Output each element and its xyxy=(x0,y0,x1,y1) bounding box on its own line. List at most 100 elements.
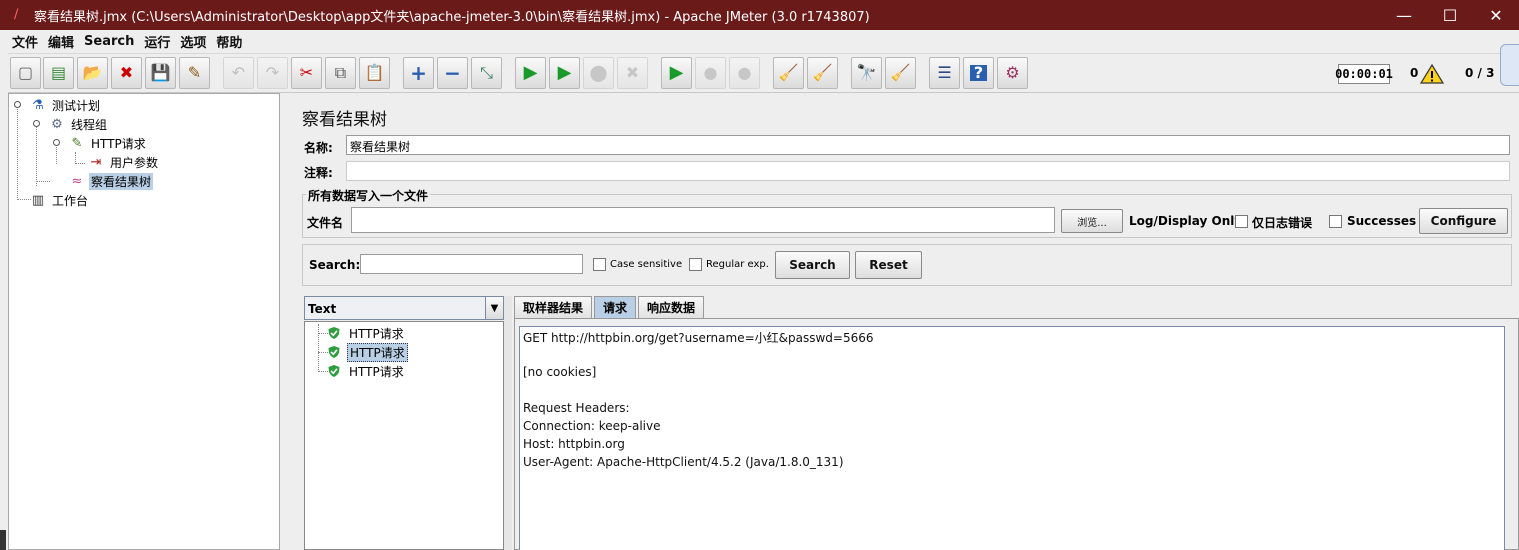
minimize-button[interactable]: — xyxy=(1381,0,1427,30)
start-no-pauses-button[interactable]: ▶ xyxy=(549,57,580,89)
result-item-selected[interactable]: HTTP请求 xyxy=(327,342,408,362)
tree-item-label: 线程组 xyxy=(71,117,108,132)
menu-run[interactable]: 运行 xyxy=(140,32,176,51)
paste-icon: 📋 xyxy=(364,63,385,82)
test-plan-icon: ⚗ xyxy=(32,97,44,113)
close-window-button[interactable]: ✕ xyxy=(1473,0,1519,30)
close-icon: ✖ xyxy=(119,63,134,82)
binoculars-icon: 🔭 xyxy=(856,63,877,82)
redo-button[interactable]: ↷ xyxy=(257,57,288,89)
tab-sampler-result[interactable]: 取样器结果 xyxy=(514,296,593,318)
active-threads: 0 / 3 xyxy=(1465,66,1495,80)
remote-start-all-button[interactable]: ▶ xyxy=(661,57,692,89)
search-side-icon[interactable] xyxy=(1500,44,1519,86)
write-to-file-title: 所有数据写入一个文件 xyxy=(306,187,431,204)
case-sensitive-checkbox[interactable] xyxy=(593,258,606,271)
new-button[interactable]: ▢ xyxy=(10,57,41,89)
request-tab-content: GET http://httpbin.org/get?username=小红&p… xyxy=(514,318,1519,550)
search-button[interactable]: 🔭 xyxy=(851,57,882,89)
save-as-icon: ✎ xyxy=(187,63,202,82)
menu-search[interactable]: Search xyxy=(80,34,140,49)
tab-request[interactable]: 请求 xyxy=(594,296,637,318)
results-splitter[interactable] xyxy=(504,296,512,550)
successes-label: Successes xyxy=(1347,214,1417,228)
tree-item-label: 工作台 xyxy=(52,193,89,208)
close-file-button[interactable]: ✖ xyxy=(111,57,142,89)
expand-all-button[interactable]: + xyxy=(403,57,434,89)
clear-button[interactable]: 🧹 xyxy=(773,57,804,89)
renderer-select[interactable]: Text ▼ xyxy=(304,296,504,320)
successes-checkbox[interactable] xyxy=(1329,215,1342,228)
window-edge xyxy=(0,530,6,550)
browse-button[interactable]: 浏览... xyxy=(1061,209,1123,233)
filename-field[interactable] xyxy=(351,207,1055,233)
start-button[interactable]: ▶ xyxy=(515,57,546,89)
templates-button[interactable]: ▤ xyxy=(43,57,74,89)
menu-help[interactable]: 帮助 xyxy=(212,32,248,51)
filename-label: 文件名 xyxy=(307,216,344,230)
tree-item-view-results-tree[interactable]: ≈ 察看结果树 xyxy=(68,172,154,190)
configure-button[interactable]: Configure xyxy=(1419,208,1508,234)
tree-item-thread-group[interactable]: ⚙ 线程组 xyxy=(48,115,109,133)
tree-item-user-parameters[interactable]: ⇥ 用户参数 xyxy=(87,153,160,171)
view-results-tree-panel: 察看结果树 名称: 察看结果树 注释: 所有数据写入一个文件 文件名 浏览...… xyxy=(292,93,1519,550)
regex-checkbox[interactable] xyxy=(689,258,702,271)
request-line: Connection: keep-alive xyxy=(523,419,661,433)
help-button[interactable]: ? xyxy=(963,57,994,89)
comment-field[interactable] xyxy=(346,161,1510,181)
menu-edit[interactable]: 编辑 xyxy=(44,32,80,51)
request-line: Request Headers: xyxy=(523,401,630,415)
warning-icon[interactable] xyxy=(1420,64,1444,84)
save-button[interactable]: 💾 xyxy=(145,57,176,89)
chevron-down-icon[interactable]: ▼ xyxy=(485,297,503,319)
remote-shutdown-all-button[interactable]: ● xyxy=(729,57,760,89)
search-results-button[interactable]: Search xyxy=(775,251,850,279)
undo-button[interactable]: ↶ xyxy=(223,57,254,89)
search-input[interactable] xyxy=(360,254,583,274)
request-line: [no cookies] xyxy=(523,365,597,379)
cut-button[interactable]: ✂ xyxy=(291,57,322,89)
clear-all-button[interactable]: 🧹 xyxy=(807,57,838,89)
tab-response-data[interactable]: 响应数据 xyxy=(638,296,705,318)
tree-item-http-request[interactable]: ✎ HTTP请求 xyxy=(68,134,148,152)
logger-button[interactable]: ⚙ xyxy=(997,57,1028,89)
result-item[interactable]: HTTP请求 xyxy=(327,324,406,342)
reset-search-button[interactable]: 🧹 xyxy=(885,57,916,89)
remote-stop-all-button[interactable]: ● xyxy=(695,57,726,89)
tree-toggle-http-request[interactable] xyxy=(53,139,60,146)
collapse-all-button[interactable]: − xyxy=(437,57,468,89)
page-title: 察看结果树 xyxy=(302,110,387,130)
regex-label: Regular exp. xyxy=(706,259,769,270)
open-button[interactable]: 📂 xyxy=(77,57,108,89)
function-helper-icon: ☰ xyxy=(937,63,952,82)
reset-search-results-button[interactable]: Reset xyxy=(855,251,922,279)
toggle-button[interactable]: ⤡ xyxy=(471,57,502,89)
maximize-button[interactable]: ☐ xyxy=(1427,0,1473,30)
templates-icon: ▤ xyxy=(50,63,67,82)
shutdown-button[interactable]: ✖ xyxy=(617,57,648,89)
save-as-button[interactable]: ✎ xyxy=(179,57,210,89)
function-helper-button[interactable]: ☰ xyxy=(929,57,960,89)
paste-button[interactable]: 📋 xyxy=(359,57,390,89)
shutdown-icon: ✖ xyxy=(625,63,640,82)
request-text-area[interactable]: GET http://httpbin.org/get?username=小红&p… xyxy=(519,326,1505,550)
result-item[interactable]: HTTP请求 xyxy=(327,362,406,380)
tree-toggle-thread-group[interactable] xyxy=(33,120,40,127)
tree-item-test-plan[interactable]: ⚗ 测试计划 xyxy=(29,96,102,114)
errors-only-checkbox[interactable] xyxy=(1235,215,1248,228)
main-splitter[interactable] xyxy=(280,93,292,550)
start-no-pause-icon: ▶ xyxy=(557,62,572,83)
window-title: 察看结果树.jmx (C:\Users\Administrator\Deskto… xyxy=(34,9,870,25)
stop-button[interactable]: ⬤ xyxy=(583,57,614,89)
name-field[interactable]: 察看结果树 xyxy=(346,135,1510,155)
tree-toggle-test-plan[interactable] xyxy=(14,101,21,108)
toolbar: ▢ ▤ 📂 ✖ 💾 ✎ ↶ ↷ ✂ ⧉ 📋 + − ⤡ ▶ ▶ ⬤ ✖ ▶ ● … xyxy=(8,53,1519,93)
clear-all-icon: 🧹 xyxy=(812,63,833,82)
menu-file[interactable]: 文件 xyxy=(8,32,44,51)
copy-button[interactable]: ⧉ xyxy=(325,57,356,89)
expand-icon: + xyxy=(410,61,427,85)
tree-item-workbench[interactable]: ▥ 工作台 xyxy=(29,191,90,209)
menu-options[interactable]: 选项 xyxy=(176,32,212,51)
menu-bar: 文件 编辑 Search 运行 选项 帮助 xyxy=(8,30,1519,52)
remote-shutdown-icon: ● xyxy=(737,63,752,82)
